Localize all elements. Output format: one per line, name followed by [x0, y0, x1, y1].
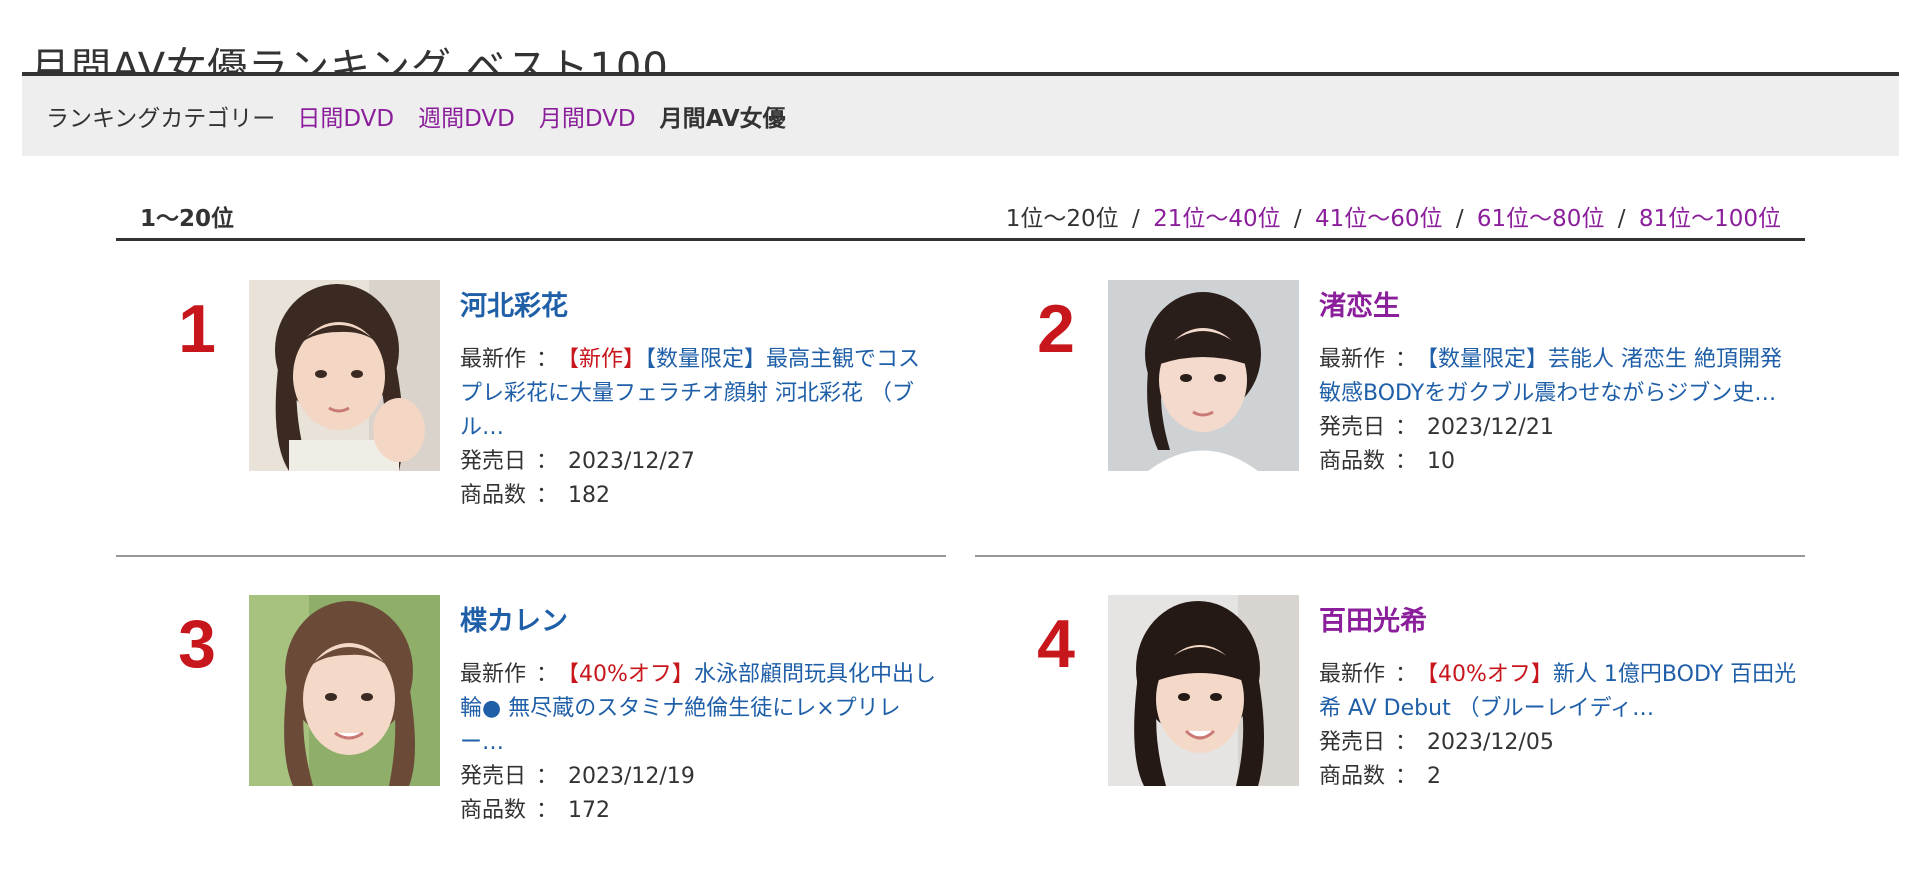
product-count: 10 — [1427, 449, 1456, 474]
latest-label: 最新作 — [1319, 662, 1386, 687]
latest-work-row: 最新作 ：【数量限定】芸能人 渚恋生 絶頂開発 敏感BODYをガクブル震わせながら… — [1319, 343, 1799, 411]
actress-photo[interactable] — [249, 280, 440, 471]
count-row: 商品数 ： 182 — [460, 479, 940, 513]
latest-label: 最新作 — [460, 347, 527, 372]
count-label: 商品数 — [1319, 764, 1386, 789]
ranking-entry: 1 河北彩花 最新作：【新作】【数量限定】最高主観でコスプレ彩花に大量フェラチオ… — [116, 280, 946, 580]
latest-work-row: 最新作：【40%オフ】新人 1億円BODY 百田光希 AV Debut （ブルー… — [1319, 658, 1799, 726]
range-link-41-60[interactable]: 41位〜60位 — [1315, 206, 1443, 232]
rank-number: 4 — [1037, 606, 1075, 682]
row-divider — [975, 555, 1805, 557]
latest-tag: 【40%オフ】 — [1427, 662, 1553, 687]
field-colon: ： — [536, 449, 559, 474]
field-colon: ： — [536, 798, 559, 823]
actress-photo[interactable] — [1108, 280, 1299, 471]
range-separator: / — [1617, 206, 1626, 232]
actress-name-link[interactable]: 渚恋生 — [1319, 284, 1799, 323]
actress-name-link[interactable]: 百田光希 — [1319, 599, 1799, 638]
release-label: 発売日 — [460, 449, 527, 474]
ranking-category-bar: ランキングカテゴリー 日間DVD 週間DVD 月間DVD 月間AV女優 — [22, 76, 1899, 156]
range-title: 1〜20位 — [140, 206, 235, 232]
range-pagination: 1位〜20位 / 21位〜40位 / 41位〜60位 / 61位〜80位 / 8… — [1006, 199, 1781, 233]
latest-work-row: 最新作：【新作】【数量限定】最高主観でコスプレ彩花に大量フェラチオ顔射 河北彩花… — [460, 343, 940, 445]
rank-number: 1 — [178, 291, 216, 367]
entry-info: 河北彩花 最新作：【新作】【数量限定】最高主観でコスプレ彩花に大量フェラチオ顔射… — [460, 284, 940, 513]
release-label: 発売日 — [1319, 730, 1386, 755]
release-date: 2023/12/21 — [1427, 415, 1554, 440]
release-row: 発売日 ： 2023/12/27 — [460, 445, 940, 479]
rank-number: 3 — [178, 606, 216, 682]
latest-label: 最新作 — [1319, 347, 1386, 372]
count-row: 商品数 ： 172 — [460, 794, 940, 828]
field-colon: ： — [1395, 347, 1418, 372]
ranking-entry: 4 百田光希 最新作：【40%オフ】新人 1億円BODY 百田光希 AV Deb… — [975, 595, 1805, 895]
range-link-21-40[interactable]: 21位〜40位 — [1153, 206, 1281, 232]
entry-info: 楪カレン 最新作：【40%オフ】水泳部顧問玩具化中出し輪● 無尽蔵のスタミナ絶倫… — [460, 599, 940, 828]
actress-photo[interactable] — [249, 595, 440, 786]
release-date: 2023/12/27 — [568, 449, 695, 474]
rank-number: 2 — [1037, 291, 1075, 367]
category-link-daily-dvd[interactable]: 日間DVD — [297, 99, 394, 133]
category-link-monthly-dvd[interactable]: 月間DVD — [539, 99, 636, 133]
range-header: 1〜20位 1位〜20位 / 21位〜40位 / 41位〜60位 / 61位〜8… — [116, 195, 1805, 239]
category-label: ランキングカテゴリー — [46, 106, 276, 132]
latest-work-link[interactable]: 【40%オフ】水泳部顧問玩具化中出し輪● 無尽蔵のスタミナ絶倫生徒にレ×プリレー… — [460, 662, 936, 755]
field-colon: ： — [536, 764, 559, 789]
range-separator: / — [1455, 206, 1464, 232]
field-colon: ： — [1395, 449, 1418, 474]
count-row: 商品数 ： 10 — [1319, 445, 1799, 479]
entry-info: 渚恋生 最新作：【数量限定】芸能人 渚恋生 絶頂開発 敏感BODYをガクブル震わ… — [1319, 284, 1799, 479]
count-label: 商品数 — [1319, 449, 1386, 474]
release-date: 2023/12/05 — [1427, 730, 1554, 755]
latest-tag: 【新作】 — [568, 347, 646, 372]
range-separator: / — [1293, 206, 1302, 232]
product-count: 172 — [568, 798, 611, 823]
latest-label: 最新作 — [460, 662, 527, 687]
range-current: 1位〜20位 — [1005, 206, 1119, 232]
count-label: 商品数 — [460, 798, 527, 823]
entry-info: 百田光希 最新作：【40%オフ】新人 1億円BODY 百田光希 AV Debut… — [1319, 599, 1799, 794]
latest-work-title: 【数量限定】最高主観でコスプレ彩花に大量フェラチオ顔射 河北彩花 （ブル… — [460, 347, 921, 440]
latest-work-title: 【数量限定】芸能人 渚恋生 絶頂開発 敏感BODYをガクブル震わせながらジブン史… — [1319, 347, 1783, 406]
latest-work-link[interactable]: 【数量限定】芸能人 渚恋生 絶頂開発 敏感BODYをガクブル震わせながらジブン史… — [1319, 347, 1782, 406]
product-count: 182 — [568, 483, 611, 508]
row-divider — [116, 555, 946, 557]
field-colon: ： — [1395, 764, 1418, 789]
range-link-61-80[interactable]: 61位〜80位 — [1477, 206, 1605, 232]
ranking-entry: 2 渚恋生 最新作：【数量限定】芸能人 渚恋生 絶頂開発 敏感BODYをガクブル… — [975, 280, 1805, 580]
range-divider — [116, 238, 1805, 241]
latest-work-title: 新人 1億円BODY 百田光希 AV Debut （ブルーレイディ… — [1319, 662, 1797, 721]
release-date: 2023/12/19 — [568, 764, 695, 789]
category-current-monthly-actress: 月間AV女優 — [659, 106, 786, 132]
ranking-entry: 3 楪カレン 最新作：【40%オフ】水泳部顧問玩具化中出し輪● 無尽蔵のスタミナ… — [116, 595, 946, 895]
actress-name-link[interactable]: 楪カレン — [460, 599, 940, 638]
latest-work-row: 最新作：【40%オフ】水泳部顧問玩具化中出し輪● 無尽蔵のスタミナ絶倫生徒にレ×… — [460, 658, 940, 760]
field-colon: ： — [1395, 415, 1418, 440]
field-colon: ： — [536, 483, 559, 508]
latest-work-link[interactable]: 【40%オフ】新人 1億円BODY 百田光希 AV Debut （ブルーレイディ… — [1319, 662, 1796, 721]
range-separator: / — [1132, 206, 1140, 232]
release-label: 発売日 — [1319, 415, 1386, 440]
release-row: 発売日 ： 2023/12/05 — [1319, 726, 1799, 760]
count-label: 商品数 — [460, 483, 527, 508]
field-colon: ： — [536, 662, 559, 687]
range-link-81-100[interactable]: 81位〜100位 — [1639, 206, 1781, 232]
release-row: 発売日 ： 2023/12/21 — [1319, 411, 1799, 445]
release-row: 発売日 ： 2023/12/19 — [460, 760, 940, 794]
release-label: 発売日 — [460, 764, 527, 789]
actress-photo[interactable] — [1108, 595, 1299, 786]
latest-tag: 【40%オフ】 — [568, 662, 694, 687]
field-colon: ： — [1395, 730, 1418, 755]
product-count: 2 — [1427, 764, 1442, 789]
field-colon: ： — [536, 347, 559, 372]
category-link-weekly-dvd[interactable]: 週間DVD — [418, 99, 515, 133]
actress-name-link[interactable]: 河北彩花 — [460, 284, 940, 323]
latest-work-title: 水泳部顧問玩具化中出し輪● 無尽蔵のスタミナ絶倫生徒にレ×プリレー… — [460, 662, 936, 755]
count-row: 商品数 ： 2 — [1319, 760, 1799, 794]
latest-work-link[interactable]: 【新作】【数量限定】最高主観でコスプレ彩花に大量フェラチオ顔射 河北彩花 （ブル… — [460, 347, 920, 440]
field-colon: ： — [1395, 662, 1418, 687]
